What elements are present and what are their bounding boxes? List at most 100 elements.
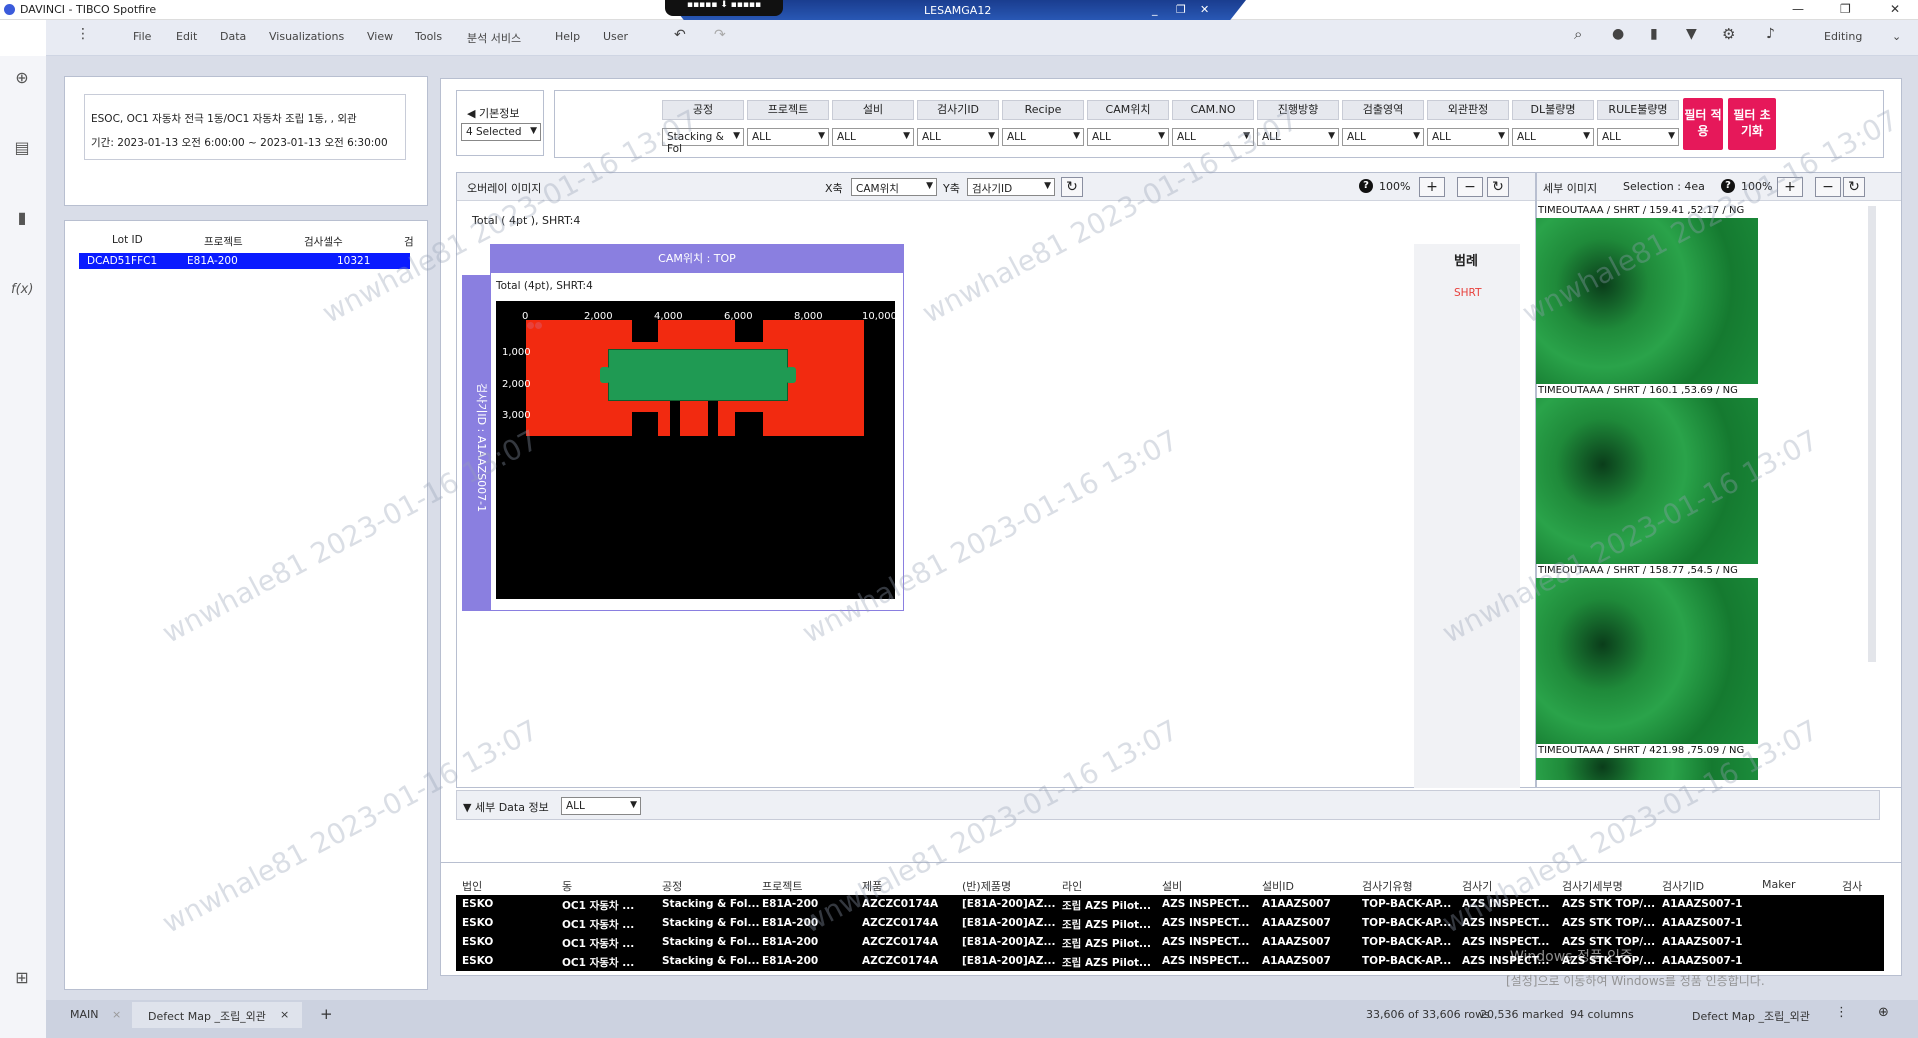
zoom-in-icon[interactable]: + [1419, 177, 1445, 197]
table-row[interactable]: ESKO OC1 자동차 ... Stacking & Fol... E81A-200… [456, 895, 1884, 913]
table-column-header[interactable]: 검사기세부명 [1562, 878, 1623, 894]
detail-image[interactable] [1536, 398, 1758, 564]
detail-image[interactable] [1536, 578, 1758, 744]
filter-select[interactable]: ALL [832, 128, 914, 146]
filter-select[interactable]: ALL [747, 128, 829, 146]
data-table-icon[interactable]: ▤ [11, 138, 33, 160]
detail-help-icon[interactable]: ? [1721, 179, 1735, 193]
redo-icon[interactable]: ↷ [714, 27, 726, 43]
table-row[interactable]: ESKO OC1 자동차 ... Stacking & Fol... E81A-200… [456, 952, 1884, 970]
remote-restore-button[interactable]: ❐ [1176, 3, 1186, 16]
table-column-header[interactable]: 검사기ID [1662, 878, 1704, 894]
basic-info-toggle[interactable]: ◀ 기본정보 [467, 105, 519, 121]
table-column-header[interactable]: 공정 [662, 878, 682, 894]
table-column-header[interactable]: 검사 [1842, 878, 1862, 894]
search-icon[interactable]: ⌕ [1574, 25, 1582, 43]
x-axis-select[interactable]: CAM위치 [851, 178, 937, 196]
table-column-header[interactable]: 제품 [862, 878, 882, 894]
table-row[interactable]: ESKO OC1 자동차 ... Stacking & Fol... E81A-200… [456, 914, 1884, 932]
y-axis-select[interactable]: 검사기ID [967, 178, 1055, 196]
filter-select[interactable]: ALL [917, 128, 999, 146]
zoom-out-icon[interactable]: − [1457, 177, 1483, 197]
table-column-header[interactable]: 라인 [1062, 878, 1082, 894]
more-menu-icon[interactable]: ⋮ [76, 26, 90, 42]
remote-minimize-button[interactable]: _ [1152, 3, 1158, 16]
menu-analysis-service[interactable]: 분석 서비스 [467, 30, 521, 46]
filter-select[interactable]: Stacking & Fol [662, 128, 744, 155]
function-icon[interactable]: f(x) [11, 282, 33, 304]
filter-select[interactable]: ALL [1257, 128, 1339, 146]
filter-select[interactable]: ALL [1512, 128, 1594, 146]
filter-select[interactable]: ALL [1342, 128, 1424, 146]
filter-select[interactable]: ALL [1172, 128, 1254, 146]
table-column-header[interactable]: Maker [1762, 878, 1796, 891]
tab-main[interactable]: MAIN [70, 1008, 99, 1021]
close-tab-defect-icon[interactable]: × [280, 1008, 289, 1021]
defect-point[interactable] [535, 322, 542, 329]
status-more-icon[interactable]: ⋮ [1835, 1005, 1848, 1020]
minimize-button[interactable]: — [1792, 2, 1804, 16]
menu-user[interactable]: User [603, 30, 628, 43]
menu-visualizations[interactable]: Visualizations [269, 30, 344, 43]
detail-data-select[interactable]: ALL [561, 797, 641, 815]
filter-select[interactable]: ALL [1002, 128, 1084, 146]
table-row[interactable]: ESKO OC1 자동차 ... Stacking & Fol... E81A-200… [456, 933, 1884, 951]
detail-reset-icon[interactable]: ↻ [1843, 177, 1865, 197]
filter-select[interactable]: ALL [1087, 128, 1169, 146]
table-column-header[interactable]: 프로젝트 [762, 878, 802, 894]
basic-info-select[interactable]: 4 Selected [461, 123, 541, 141]
menu-file[interactable]: File [133, 30, 151, 43]
tab-defect-map[interactable]: Defect Map _조립_외관 [148, 1008, 266, 1024]
help-icon[interactable]: ? [1359, 179, 1373, 193]
restore-button[interactable]: ❐ [1840, 2, 1851, 16]
table-column-header[interactable]: 법인 [462, 878, 482, 894]
globe-icon[interactable]: ⊕ [1878, 1005, 1889, 1020]
table-column-header[interactable]: 동 [562, 878, 572, 894]
table-column-header[interactable]: 검사기 [1462, 878, 1492, 894]
detail-data-toggle[interactable]: ▼ 세부 Data 정보 [463, 799, 549, 815]
detail-image[interactable] [1536, 218, 1758, 384]
col-inspect-cells[interactable]: 검사셀수 [304, 234, 343, 249]
defect-point[interactable] [527, 322, 534, 329]
bookmark-icon[interactable]: ▮ [1650, 26, 1658, 42]
apply-filter-button[interactable]: 필터 적용 [1683, 98, 1723, 150]
menu-help[interactable]: Help [555, 30, 580, 43]
table-column-header[interactable]: 검사기유형 [1362, 878, 1413, 894]
gear-icon[interactable]: ⚙ [1722, 25, 1735, 43]
add-page-icon[interactable]: + [320, 1005, 333, 1023]
detail-image[interactable] [1536, 758, 1758, 780]
notification-icon[interactable]: ♪ [1766, 26, 1775, 42]
reset-zoom-icon[interactable]: ↻ [1487, 177, 1509, 197]
reset-filter-button[interactable]: 필터 초기화 [1728, 98, 1776, 150]
filter-select[interactable]: ALL [1597, 128, 1679, 146]
detail-scrollbar[interactable] [1868, 206, 1876, 662]
col-lot-id[interactable]: Lot ID [112, 234, 143, 246]
menu-view[interactable]: View [367, 30, 393, 43]
add-icon[interactable]: ⊕ [11, 68, 33, 90]
lot-row[interactable]: DCAD51FFC1 E81A-200 10321 [79, 253, 410, 269]
col-more[interactable]: 검 [404, 234, 414, 249]
table-column-header[interactable]: 설비 [1162, 878, 1182, 894]
menu-edit[interactable]: Edit [176, 30, 197, 43]
table-column-header[interactable]: (반)제품명 [962, 878, 1011, 894]
col-project[interactable]: 프로젝트 [204, 234, 243, 249]
hierarchy-icon[interactable]: ⊞ [11, 968, 33, 990]
comments-icon[interactable]: ● [1612, 26, 1624, 42]
remote-close-button[interactable]: ✕ [1200, 3, 1209, 16]
close-button[interactable]: ✕ [1890, 2, 1900, 16]
remote-connection-bar[interactable]: ▪▪▪▪▪ ⬇ ▪▪▪▪▪ [665, 0, 783, 16]
legend-item-shrt[interactable]: SHRT [1454, 287, 1482, 299]
mode-dropdown[interactable]: Editing [1824, 30, 1862, 43]
bar-chart-icon[interactable]: ▮ [11, 208, 33, 230]
chevron-down-icon[interactable]: ⌄ [1892, 30, 1901, 43]
detail-zoom-in-icon[interactable]: + [1777, 177, 1803, 197]
refresh-icon[interactable]: ↻ [1061, 177, 1083, 197]
menu-data[interactable]: Data [220, 30, 246, 43]
detail-zoom-out-icon[interactable]: − [1815, 177, 1841, 197]
undo-icon[interactable]: ↶ [674, 27, 686, 43]
menu-tools[interactable]: Tools [415, 30, 442, 43]
filter-select[interactable]: ALL [1427, 128, 1509, 146]
close-tab-main-icon[interactable]: × [112, 1008, 121, 1021]
table-column-header[interactable]: 설비ID [1262, 878, 1294, 894]
filter-icon[interactable]: ▼ [1686, 26, 1697, 42]
